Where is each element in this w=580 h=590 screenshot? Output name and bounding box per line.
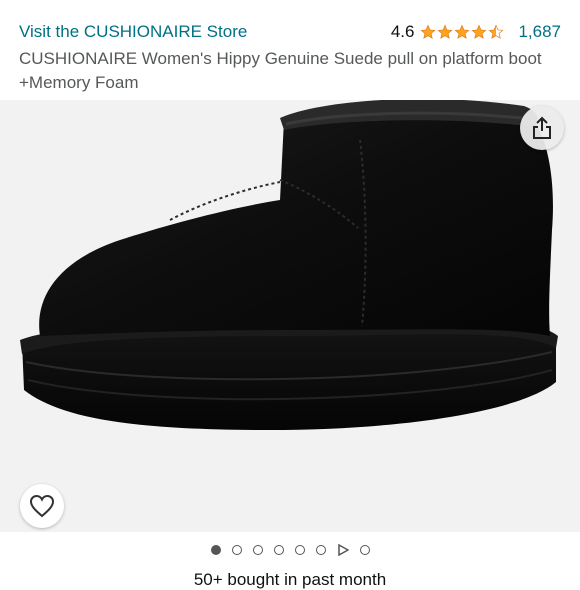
star-rating — [420, 24, 504, 40]
rating-row[interactable]: 4.6 1,687 — [391, 22, 561, 42]
review-count-link[interactable]: 1,687 — [518, 22, 561, 42]
star-full-icon — [437, 24, 453, 39]
product-image[interactable] — [0, 100, 580, 532]
star-full-icon — [454, 24, 470, 39]
bought-in-past-month: 50+ bought in past month — [193, 570, 387, 589]
star-full-icon — [420, 24, 436, 39]
carousel-dot[interactable] — [252, 545, 263, 555]
product-image-gallery[interactable] — [0, 100, 580, 532]
carousel-dot[interactable] — [315, 545, 326, 555]
carousel-dot[interactable] — [294, 545, 305, 555]
carousel-dot[interactable] — [273, 545, 284, 555]
share-icon — [533, 116, 551, 139]
heart-icon — [29, 494, 55, 518]
carousel-dot[interactable] — [210, 545, 221, 555]
store-link[interactable]: Visit the CUSHIONAIRE Store — [19, 22, 247, 42]
star-full-icon — [471, 24, 487, 39]
share-button[interactable] — [520, 106, 564, 150]
star-half-icon — [488, 24, 504, 39]
product-header: Visit the CUSHIONAIRE Store 4.6 1,687 CU… — [0, 0, 580, 100]
product-title: CUSHIONAIRE Women's Hippy Genuine Suede … — [19, 49, 542, 92]
carousel-dot[interactable] — [359, 545, 370, 555]
rating-value: 4.6 — [390, 22, 415, 41]
carousel-dot[interactable] — [231, 545, 242, 555]
image-carousel-indicators — [0, 541, 580, 559]
carousel-video-dot[interactable] — [337, 544, 349, 556]
play-icon — [337, 544, 349, 556]
wishlist-button[interactable] — [20, 484, 64, 528]
